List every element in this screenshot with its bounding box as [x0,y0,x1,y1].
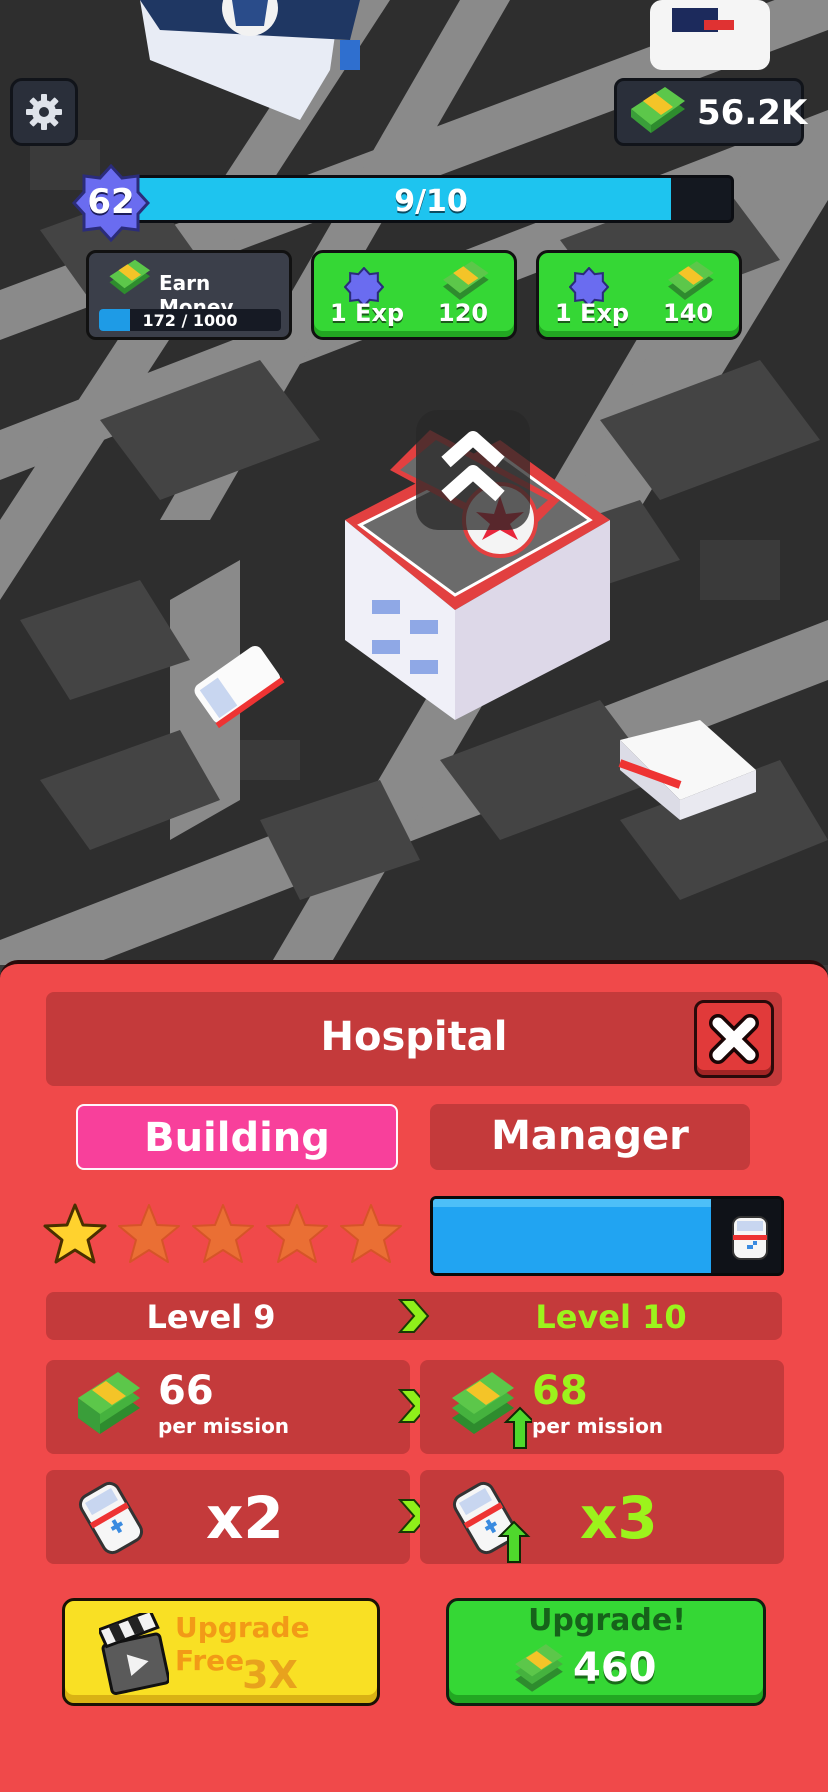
reward-button[interactable]: 1 Exp 140 [536,250,742,340]
close-icon [709,1014,759,1064]
level-row: Level 9 Level 10 [46,1292,782,1340]
reward-exp: 1 Exp [555,299,630,327]
upgrade-label: Upgrade! [528,1603,686,1638]
upgrade-price: 460 [573,1645,657,1691]
ambulance-icon [452,1481,531,1563]
reward-exp: 1 Exp [330,299,405,327]
panel-title-bar: Hospital [46,992,782,1086]
manager-progress-bar [430,1196,784,1276]
cash-stack-icon [631,87,685,133]
panel-title: Hospital [320,1014,508,1060]
vehicles-next: x3 [420,1470,784,1564]
star-icon [192,1204,254,1263]
gear-icon [26,94,62,130]
building-panel: Hospital Building Manager Level 9 Level … [0,960,828,1792]
upgrade-free-count: 3X [242,1653,298,1697]
clapperboard-icon [99,1613,169,1696]
income-next-unit: per mission [532,1414,664,1438]
xp-progress-bar: 9/10 [128,175,734,223]
earn-money-progress-text: 172 / 1000 [142,311,238,330]
vehicles-current-value: x2 [206,1484,284,1552]
building-star-rating [42,1202,402,1272]
income-current: 66 per mission [46,1360,410,1454]
arrow-right-icon [397,1299,430,1333]
cash-stack-icon [78,1372,140,1434]
upgrade-chevron-icon [441,431,505,502]
tab-manager[interactable]: Manager [430,1104,750,1170]
level-current: Level 9 [146,1298,276,1336]
reward-button[interactable]: 1 Exp 120 [311,250,517,340]
ambulance-icon [732,1216,768,1260]
player-level-badge: 62 [71,163,151,243]
vehicles-next-value: x3 [580,1484,658,1552]
star-icon [118,1204,180,1263]
income-next: 68 per mission [420,1360,784,1454]
star-icon [340,1204,402,1263]
cash-stack-icon [109,259,150,295]
earn-money-progress: 172 / 1000 [99,309,281,331]
tab-building[interactable]: Building [76,1104,398,1170]
vehicles-current: x2 [46,1470,410,1564]
income-next-value: 68 [532,1368,588,1414]
upgrade-button[interactable]: Upgrade! 460 [446,1598,766,1706]
xp-text: 9/10 [394,184,468,219]
earn-money-panel[interactable]: Earn Money 172 / 1000 [86,250,292,340]
building-upgrade-marker[interactable] [416,410,530,530]
cash-stack-icon [452,1372,532,1449]
reward-cash: 140 [663,299,714,327]
upgrade-free-button[interactable]: Upgrade Free 3X [62,1598,380,1706]
income-current-unit: per mission [158,1414,290,1438]
reward-cash: 120 [438,299,489,327]
manager-progress-fill [433,1199,712,1273]
ambulance-icon [78,1481,144,1555]
player-level: 62 [87,182,135,222]
settings-button[interactable] [10,78,78,146]
level-next: Level 10 [535,1298,687,1336]
star-icon [43,1203,107,1264]
income-current-value: 66 [158,1368,214,1414]
cash-stack-icon [515,1644,563,1692]
star-icon [266,1204,328,1263]
close-button[interactable] [694,1000,774,1078]
money-amount: 56.2K [697,93,808,133]
money-counter: 56.2K [614,78,808,146]
